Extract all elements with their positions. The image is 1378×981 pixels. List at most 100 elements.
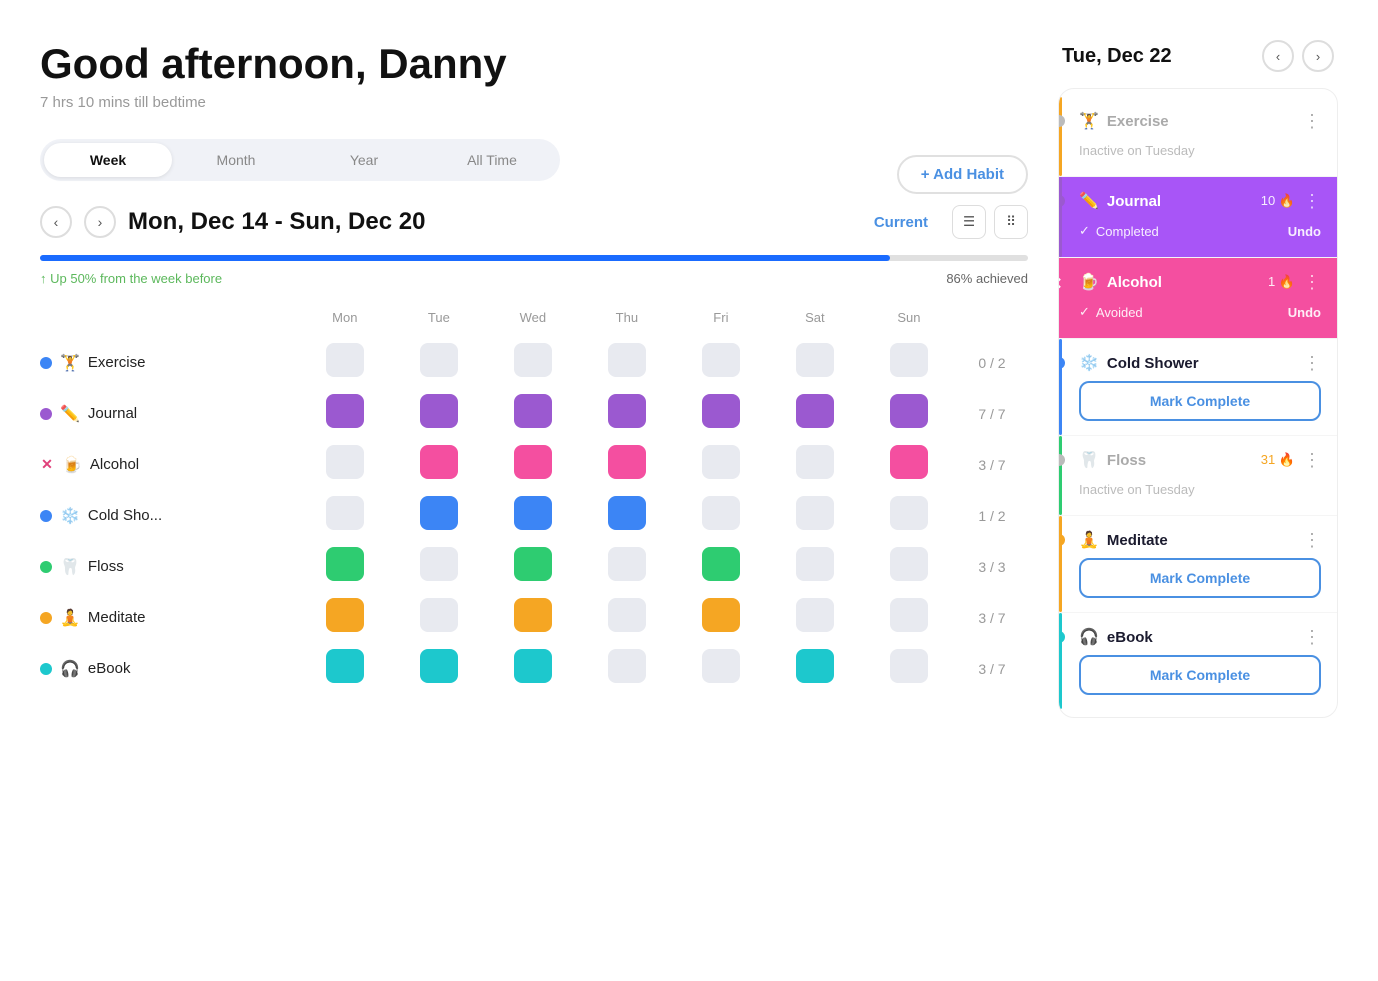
day-cell[interactable] (862, 388, 956, 439)
day-cell[interactable] (392, 388, 486, 439)
panel-more-button[interactable]: ⋮ (1303, 192, 1321, 210)
day-cell[interactable] (298, 388, 392, 439)
day-cell[interactable] (580, 439, 674, 490)
day-cell[interactable] (862, 337, 956, 388)
panel-more-button[interactable]: ⋮ (1303, 112, 1321, 130)
day-cell[interactable] (580, 337, 674, 388)
panel-more-button[interactable]: ⋮ (1303, 354, 1321, 372)
day-cell[interactable] (580, 592, 674, 643)
day-cell[interactable] (862, 541, 956, 592)
undo-button[interactable]: Undo (1288, 224, 1321, 239)
day-cell[interactable] (674, 439, 768, 490)
panel-more-button[interactable]: ⋮ (1303, 628, 1321, 646)
day-cell[interactable] (486, 439, 580, 490)
day-cell[interactable] (298, 439, 392, 490)
mark-complete-button[interactable]: Mark Complete (1079, 381, 1321, 421)
day-cell[interactable] (862, 439, 956, 490)
habit-count: 3 / 7 (956, 643, 1028, 694)
day-cell[interactable] (674, 337, 768, 388)
day-cell[interactable] (580, 388, 674, 439)
day-cell[interactable] (768, 541, 862, 592)
right-header: Tue, Dec 22 ‹ › (1058, 40, 1338, 72)
grid-view-button[interactable]: ⠿ (994, 205, 1028, 239)
day-cell[interactable] (580, 643, 674, 694)
day-cell[interactable] (768, 592, 862, 643)
panel-habit-icon: 🏋️ (1079, 111, 1099, 131)
day-cell[interactable] (298, 541, 392, 592)
day-cell[interactable] (392, 643, 486, 694)
panel-more-button[interactable]: ⋮ (1303, 451, 1321, 469)
panel-habit-header: 🎧eBook⋮ (1079, 627, 1321, 647)
day-cell[interactable] (862, 592, 956, 643)
day-cell[interactable] (768, 388, 862, 439)
panel-habit-name: eBook (1107, 629, 1295, 646)
day-cell[interactable] (674, 490, 768, 541)
add-habit-button[interactable]: + Add Habit (897, 155, 1028, 194)
day-cell[interactable] (486, 337, 580, 388)
day-cell[interactable] (768, 439, 862, 490)
panel-habit-header: ❄️Cold Shower⋮ (1079, 353, 1321, 373)
day-cell[interactable] (486, 541, 580, 592)
day-cell[interactable] (486, 388, 580, 439)
table-row: ❄️Cold Sho...1 / 2 (40, 490, 1028, 541)
habit-icon: 🏋️ (60, 353, 80, 373)
col-header-tue: Tue (392, 310, 486, 337)
day-cell[interactable] (580, 541, 674, 592)
day-cell[interactable] (298, 337, 392, 388)
period-tab-year[interactable]: Year (300, 143, 428, 177)
day-cell[interactable] (486, 490, 580, 541)
day-cell[interactable] (298, 643, 392, 694)
panel-habit-item: 🧘Meditate⋮Mark Complete (1059, 516, 1337, 613)
day-cell[interactable] (862, 643, 956, 694)
check-icon: ✓ (1079, 304, 1090, 320)
panel-circle-marker (1058, 534, 1065, 546)
prev-week-button[interactable]: ‹ (40, 206, 72, 238)
habit-name-label: Meditate (88, 609, 146, 626)
habit-icon: ❄️ (60, 506, 80, 526)
period-tab-week[interactable]: Week (44, 143, 172, 177)
day-cell[interactable] (298, 592, 392, 643)
day-cell[interactable] (486, 643, 580, 694)
panel-more-button[interactable]: ⋮ (1303, 273, 1321, 291)
habit-dot-marker (40, 408, 52, 420)
day-cell[interactable] (674, 592, 768, 643)
day-cell[interactable] (486, 592, 580, 643)
day-cell[interactable] (768, 490, 862, 541)
day-cell[interactable] (392, 490, 486, 541)
right-date: Tue, Dec 22 (1062, 45, 1172, 68)
day-cell[interactable] (674, 643, 768, 694)
day-cell[interactable] (674, 541, 768, 592)
list-view-button[interactable]: ☰ (952, 205, 986, 239)
table-row: ✏️Journal7 / 7 (40, 388, 1028, 439)
day-cell[interactable] (674, 388, 768, 439)
current-button[interactable]: Current (874, 214, 928, 231)
right-prev-button[interactable]: ‹ (1262, 40, 1294, 72)
period-tab-all-time[interactable]: All Time (428, 143, 556, 177)
mark-complete-button[interactable]: Mark Complete (1079, 558, 1321, 598)
day-cell[interactable] (392, 541, 486, 592)
habit-name-label: Cold Sho... (88, 507, 162, 524)
panel-habit-item: 🦷Floss31 🔥⋮Inactive on Tuesday (1059, 436, 1337, 516)
habit-count: 7 / 7 (956, 388, 1028, 439)
habit-name-label: Alcohol (90, 456, 139, 473)
right-next-button[interactable]: › (1302, 40, 1334, 72)
col-header-fri: Fri (674, 310, 768, 337)
next-week-button[interactable]: › (84, 206, 116, 238)
day-cell[interactable] (392, 337, 486, 388)
day-cell[interactable] (768, 337, 862, 388)
day-cell[interactable] (768, 643, 862, 694)
day-cell[interactable] (580, 490, 674, 541)
period-tab-month[interactable]: Month (172, 143, 300, 177)
table-row: 🧘Meditate3 / 7 (40, 592, 1028, 643)
greeting-title: Good afternoon, Danny (40, 40, 1028, 88)
day-cell[interactable] (392, 592, 486, 643)
habit-count: 0 / 2 (956, 337, 1028, 388)
undo-button[interactable]: Undo (1288, 305, 1321, 320)
day-cell[interactable] (862, 490, 956, 541)
mark-complete-button[interactable]: Mark Complete (1079, 655, 1321, 695)
panel-more-button[interactable]: ⋮ (1303, 531, 1321, 549)
day-cell[interactable] (392, 439, 486, 490)
panel-habit-item: ❄️Cold Shower⋮ Mark Complete (1059, 339, 1337, 436)
day-cell[interactable] (298, 490, 392, 541)
panel-circle-marker (1058, 357, 1065, 369)
